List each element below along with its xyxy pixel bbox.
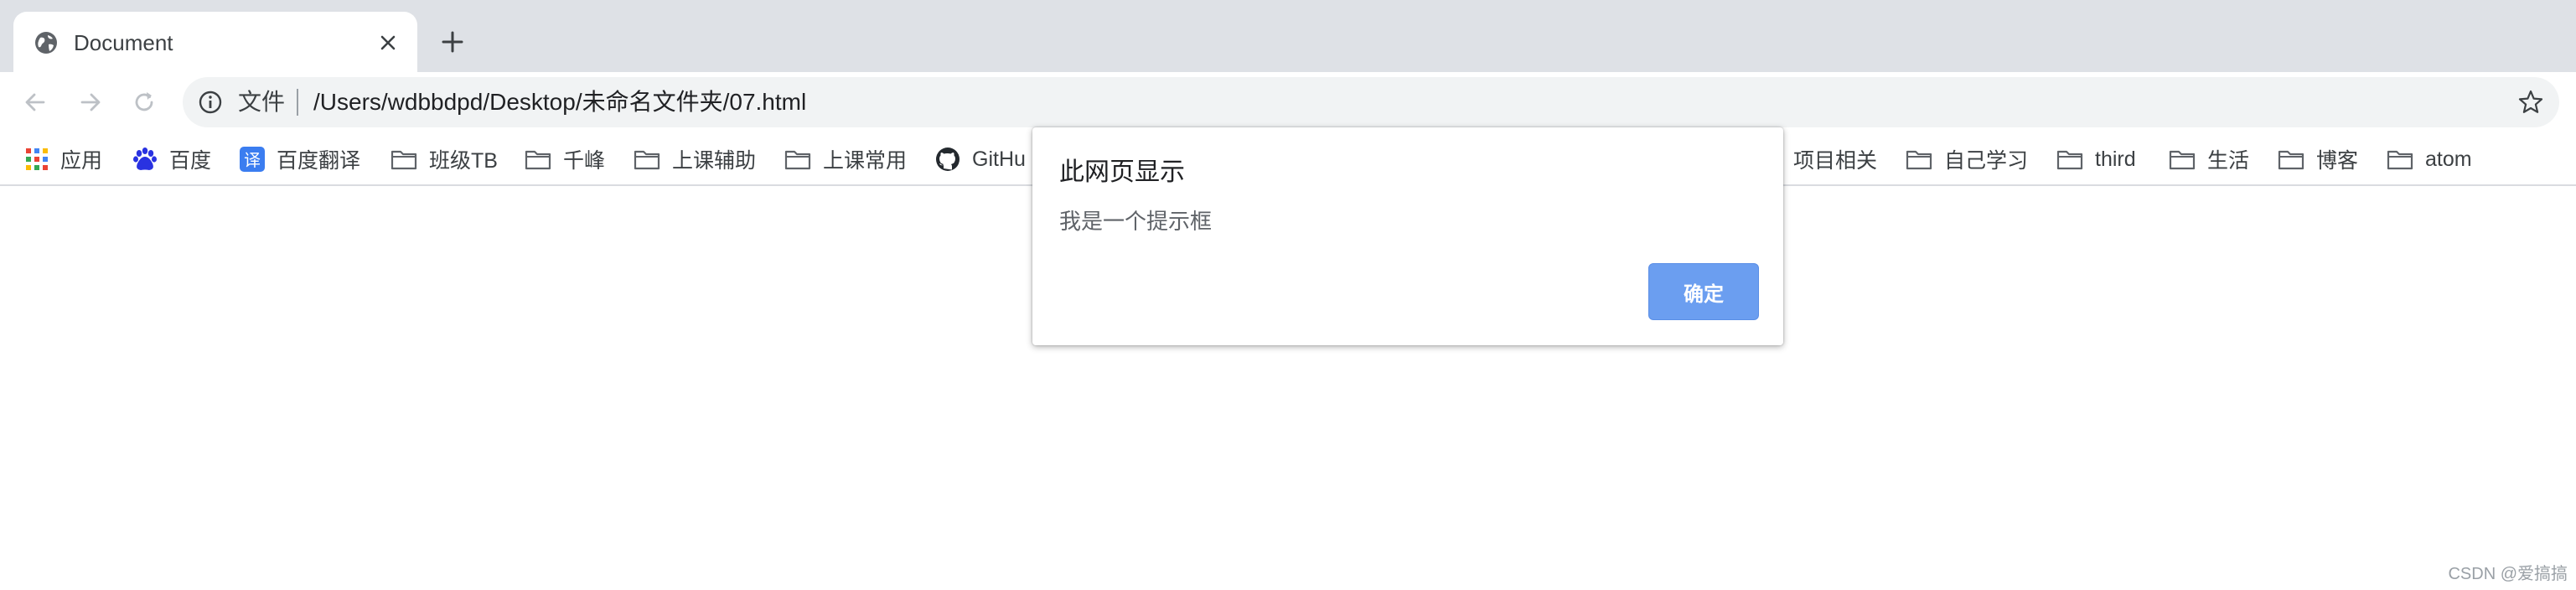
tab-title: Document	[74, 30, 173, 55]
ok-button[interactable]: 确定	[1648, 263, 1759, 320]
bookmark-label: third	[2095, 147, 2136, 171]
folder-icon	[784, 150, 811, 170]
folder-icon	[2169, 150, 2196, 170]
bookmark-label: 班级TB	[429, 149, 498, 173]
plus-icon[interactable]	[437, 27, 468, 57]
alert-dialog: 此网页显示 我是一个提示框 确定	[1032, 127, 1783, 345]
arrow-left-icon[interactable]	[20, 87, 50, 117]
translate-icon: 译	[240, 147, 265, 172]
bookmark-label: atom	[2425, 147, 2472, 171]
info-icon[interactable]	[198, 90, 223, 115]
close-icon[interactable]	[375, 30, 401, 55]
bookmark-folder[interactable]: 上课辅助	[634, 142, 756, 176]
bookmark-folder[interactable]: atom	[2387, 142, 2472, 176]
toolbar: 文件 /Users/wdbbdpd/Desktop/未命名文件夹/07.html	[0, 72, 2576, 132]
bookmark-folder[interactable]: 上课常用	[784, 142, 907, 176]
folder-icon	[525, 150, 551, 170]
folder-icon	[2056, 150, 2083, 170]
omnibox-divider	[297, 89, 298, 116]
dialog-title: 此网页显示	[1059, 158, 1185, 186]
folder-icon	[391, 150, 417, 170]
reload-icon[interactable]	[129, 87, 159, 117]
url-text[interactable]: /Users/wdbbdpd/Desktop/未命名文件夹/07.html	[313, 87, 806, 117]
bookmark-baidu-translate[interactable]: 译 百度翻译	[240, 142, 360, 176]
bookmark-folder[interactable]: 生活	[2169, 142, 2249, 176]
star-icon[interactable]	[2517, 89, 2544, 116]
bookmark-label: 百度	[169, 149, 212, 173]
github-icon	[936, 148, 960, 171]
tab-document[interactable]: Document	[13, 12, 417, 72]
tab-strip: Document	[0, 0, 2576, 72]
bookmark-folder[interactable]: 自己学习	[1906, 142, 2028, 176]
watermark: CSDN @爱搞搞	[2448, 565, 2568, 583]
bookmark-label: 上课常用	[823, 149, 908, 173]
bookmark-label: 应用	[60, 149, 103, 173]
bookmark-label: 项目相关	[1793, 149, 1878, 173]
bookmark-label: 上课辅助	[672, 149, 757, 173]
bookmark-label: 生活	[2207, 149, 2250, 173]
folder-icon	[2387, 150, 2413, 170]
bookmark-label: 千峰	[563, 149, 606, 173]
apps-grid-icon	[26, 148, 48, 170]
bookmark-folder[interactable]: 博客	[2278, 142, 2358, 176]
dialog-message: 我是一个提示框	[1059, 209, 1213, 234]
bookmark-label: GitHu	[972, 147, 1026, 171]
bookmark-folder[interactable]: 班级TB	[391, 142, 498, 176]
folder-icon	[634, 150, 660, 170]
address-bar[interactable]: 文件 /Users/wdbbdpd/Desktop/未命名文件夹/07.html	[183, 77, 2559, 127]
bookmark-github[interactable]: GitHu	[935, 142, 1026, 176]
folder-icon	[1906, 150, 1932, 170]
baidu-paw-icon	[133, 148, 157, 170]
browser-window: Document 文件 /Users/wdbbdpd/Desktop/未命名文件…	[0, 0, 2576, 590]
bookmark-label: 百度翻译	[277, 149, 361, 173]
bookmark-baidu[interactable]: 百度	[132, 142, 211, 176]
bookmark-folder[interactable]: third	[2056, 142, 2136, 176]
globe-icon	[34, 30, 59, 55]
bookmark-folder[interactable]: 千峰	[525, 142, 605, 176]
folder-icon	[2278, 150, 2304, 170]
bookmark-label: 自己学习	[1944, 149, 2029, 173]
bookmark-folder[interactable]: 项目相关	[1793, 142, 1877, 176]
arrow-right-icon[interactable]	[75, 87, 106, 117]
bookmark-label: 博客	[2316, 149, 2359, 173]
scheme-label: 文件	[238, 89, 286, 115]
svg-text:译: 译	[244, 150, 261, 170]
bookmark-apps[interactable]: 应用	[25, 142, 102, 176]
